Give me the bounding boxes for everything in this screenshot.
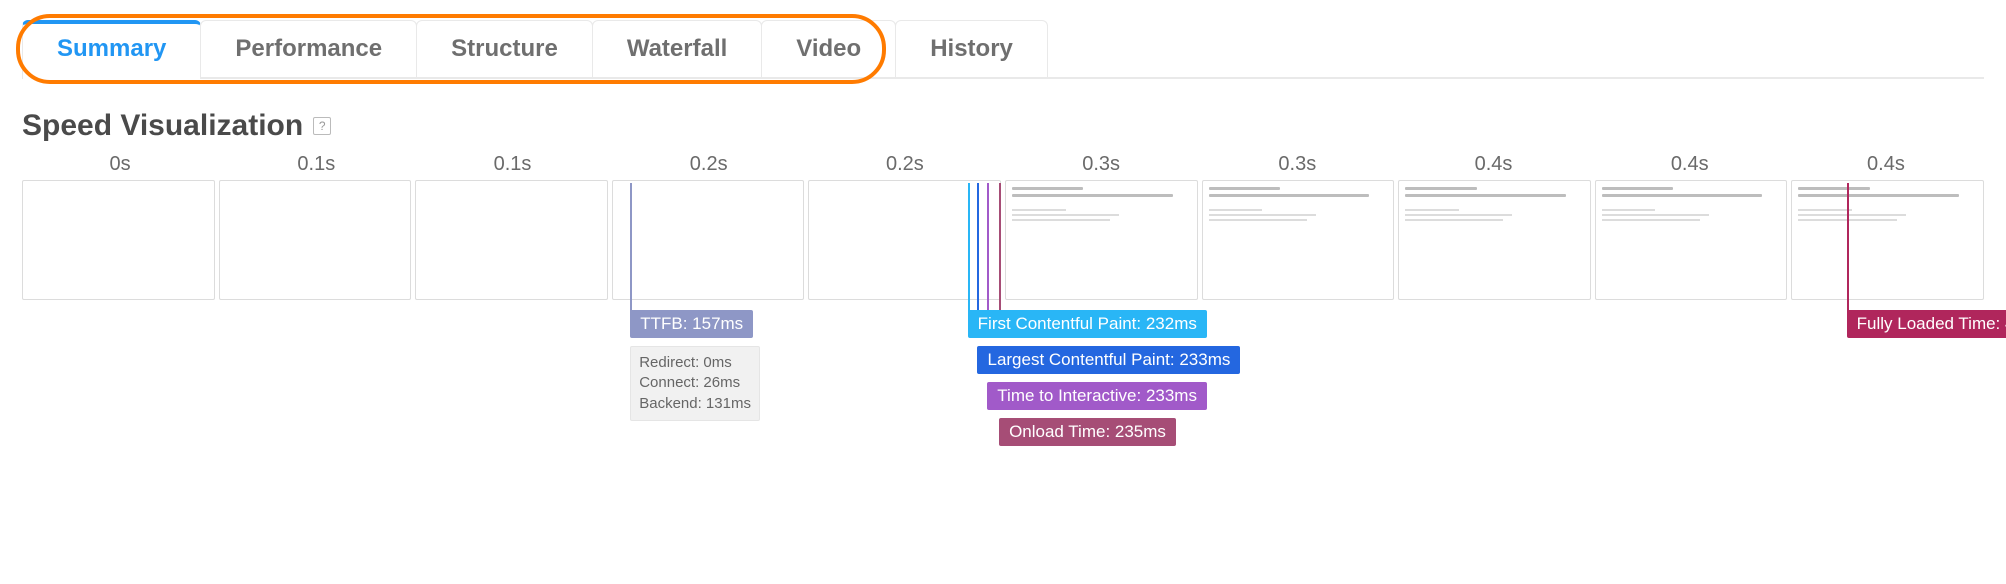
filmstrip-frame[interactable]: [1202, 180, 1395, 300]
tab-history[interactable]: History: [895, 20, 1048, 77]
tab-structure[interactable]: Structure: [416, 20, 593, 77]
time-label: 0.1s: [414, 153, 610, 180]
timeline-labels-row: 0s 0.1s 0.1s 0.2s 0.2s 0.3s 0.3s 0.4s 0.…: [22, 153, 1984, 180]
filmstrip-frame[interactable]: [1398, 180, 1591, 300]
timing-badges: TTFB: 157ms First Contentful Paint: 232ms…: [22, 300, 1984, 460]
report-tabs: Summary Performance Structure Waterfall …: [22, 20, 1984, 79]
ttfb-redirect: Redirect: 0ms: [639, 353, 751, 373]
time-label: 0s: [22, 153, 218, 180]
timing-badge[interactable]: First Contentful Paint: 232ms: [968, 310, 1207, 338]
time-label: 0.4s: [1788, 153, 1984, 180]
tab-waterfall[interactable]: Waterfall: [592, 20, 762, 77]
time-label: 0.3s: [1003, 153, 1199, 180]
filmstrip-frame[interactable]: [1005, 180, 1198, 300]
timing-badge[interactable]: Largest Contentful Paint: 233ms: [977, 346, 1240, 374]
time-label: 0.4s: [1395, 153, 1591, 180]
time-label: 0.2s: [807, 153, 1003, 180]
time-label: 0.4s: [1592, 153, 1788, 180]
timing-badge[interactable]: Time to Interactive: 233ms: [987, 382, 1207, 410]
timing-badge[interactable]: Onload Time: 235ms: [999, 418, 1176, 446]
filmstrip-frame[interactable]: [1595, 180, 1788, 300]
ttfb-detail-box: Redirect: 0msConnect: 26msBackend: 131ms: [630, 346, 760, 421]
filmstrip-frame[interactable]: [415, 180, 608, 300]
time-label: 0.3s: [1199, 153, 1395, 180]
ttfb-backend: Backend: 131ms: [639, 394, 751, 414]
timing-badge[interactable]: TTFB: 157ms: [630, 310, 753, 338]
time-label: 0.1s: [218, 153, 414, 180]
filmstrip-frame[interactable]: [22, 180, 215, 300]
filmstrip-frame[interactable]: [808, 180, 1001, 300]
filmstrip-frame[interactable]: [612, 180, 805, 300]
ttfb-connect: Connect: 26ms: [639, 373, 751, 393]
filmstrip: [22, 180, 1984, 300]
tab-performance[interactable]: Performance: [200, 20, 417, 77]
help-icon[interactable]: ?: [313, 117, 331, 135]
tab-summary[interactable]: Summary: [22, 20, 201, 77]
filmstrip-frame[interactable]: [1791, 180, 1984, 300]
tab-video[interactable]: Video: [761, 20, 896, 77]
speed-visualization: 0s 0.1s 0.1s 0.2s 0.2s 0.3s 0.3s 0.4s 0.…: [22, 153, 1984, 460]
filmstrip-frame[interactable]: [219, 180, 412, 300]
timing-badge[interactable]: Fully Loaded Time: 442ms: [1847, 310, 2006, 338]
time-label: 0.2s: [611, 153, 807, 180]
section-title: Speed Visualization: [22, 109, 303, 143]
